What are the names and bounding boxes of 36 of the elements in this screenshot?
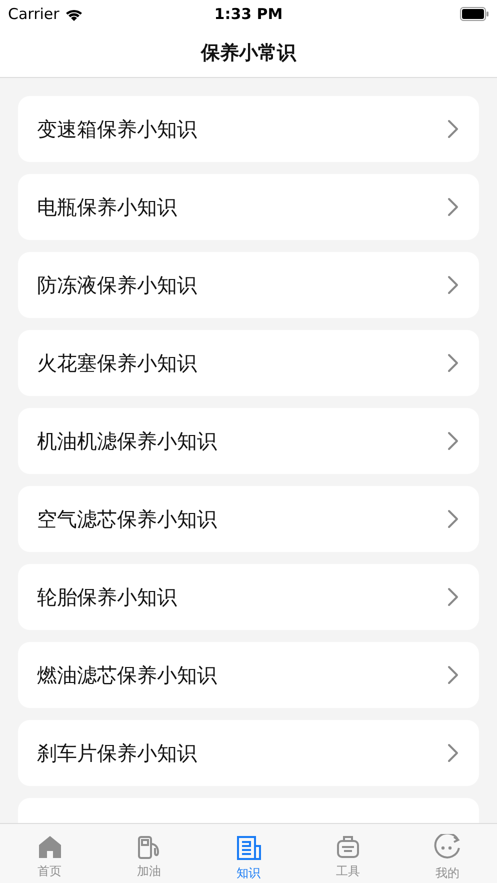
chevron-icon <box>447 275 459 295</box>
list-item[interactable]: 轮胎保养小知识 <box>18 564 479 630</box>
item-label: 防冻液保养小知识 <box>37 272 197 298</box>
home-icon <box>36 834 63 860</box>
chevron-icon <box>447 743 459 763</box>
tab[interactable]: 知识 <box>198 824 298 883</box>
item-label: 燃油滤芯保养小知识 <box>37 662 217 688</box>
list-item[interactable]: 空气滤芯保养小知识 <box>18 486 479 552</box>
chevron-icon <box>447 197 459 217</box>
list-item[interactable]: 燃油滤芯保养小知识 <box>18 642 479 708</box>
item-label: 变速箱保养小知识 <box>37 116 197 142</box>
item-label: 轮胎保养小知识 <box>37 584 177 610</box>
wifi-icon <box>65 8 84 20</box>
chevron-icon <box>447 665 459 685</box>
list-item[interactable]: 火花塞保养小知识 <box>18 330 479 396</box>
carrier-label: Carrier <box>8 5 60 23</box>
status-time: 1:33 PM <box>214 5 283 23</box>
chevron-icon <box>447 509 459 529</box>
item-label: 火花塞保养小知识 <box>37 350 197 376</box>
chevron-icon <box>447 587 459 607</box>
page-title: 保养小常识 <box>201 40 296 66</box>
list-item[interactable]: 变速箱保养小知识 <box>18 96 479 162</box>
list-item[interactable]: 电瓶保养小知识 <box>18 174 479 240</box>
item-label: 刹车片保养小知识 <box>37 740 197 766</box>
battery-icon <box>460 7 489 21</box>
chevron-icon <box>447 119 459 139</box>
item-label: 空气滤芯保养小知识 <box>37 506 217 532</box>
list-item[interactable]: 机油机滤保养小知识 <box>18 408 479 474</box>
item-label: 机油机滤保养小知识 <box>37 428 217 454</box>
list-item[interactable]: 防冻液保养小知识 <box>18 252 479 318</box>
chevron-icon <box>447 353 459 373</box>
toolbox-icon <box>334 834 361 860</box>
list-item[interactable]: 刹车片保养小知识 <box>18 720 479 786</box>
document-icon <box>234 834 263 862</box>
item-label: 电瓶保养小知识 <box>37 194 177 220</box>
chevron-icon <box>447 431 459 451</box>
